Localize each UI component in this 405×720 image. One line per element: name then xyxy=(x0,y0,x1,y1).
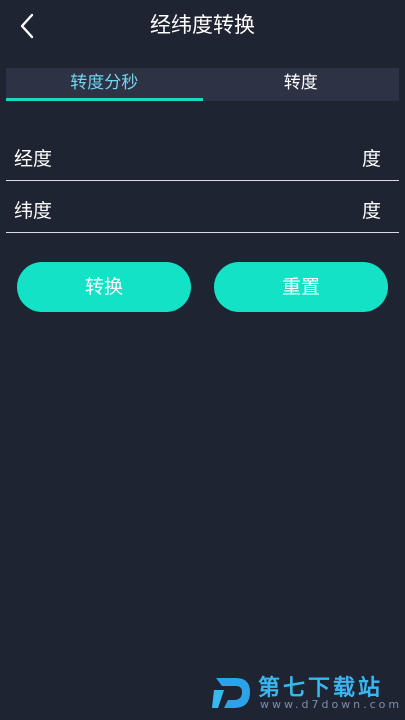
longitude-row: 经度 度 xyxy=(6,134,399,181)
page-title: 经纬度转换 xyxy=(150,13,255,37)
header: 经纬度转换 xyxy=(0,0,405,52)
watermark-url: www.d7down.com xyxy=(260,698,403,711)
latitude-label: 纬度 xyxy=(14,199,53,222)
convert-button[interactable]: 转换 xyxy=(17,262,191,312)
tab-degrees[interactable]: 转度 xyxy=(203,68,400,101)
latitude-input[interactable] xyxy=(76,190,350,228)
tab-dms[interactable]: 转度分秒 xyxy=(6,68,203,101)
latitude-row: 纬度 度 xyxy=(6,186,399,233)
longitude-unit: 度 xyxy=(361,147,381,170)
d7-logo-icon xyxy=(212,678,250,708)
longitude-label: 经度 xyxy=(14,147,53,170)
screen: 经纬度转换 转度分秒 转度 经度 度 纬度 度 转换 重置 第七下载站 www.… xyxy=(0,0,405,720)
longitude-input[interactable] xyxy=(76,138,350,176)
watermark: 第七下载站 www.d7down.com xyxy=(210,668,400,716)
tab-bar: 转度分秒 转度 xyxy=(6,68,399,101)
reset-button[interactable]: 重置 xyxy=(214,262,388,312)
latitude-unit: 度 xyxy=(361,199,381,222)
